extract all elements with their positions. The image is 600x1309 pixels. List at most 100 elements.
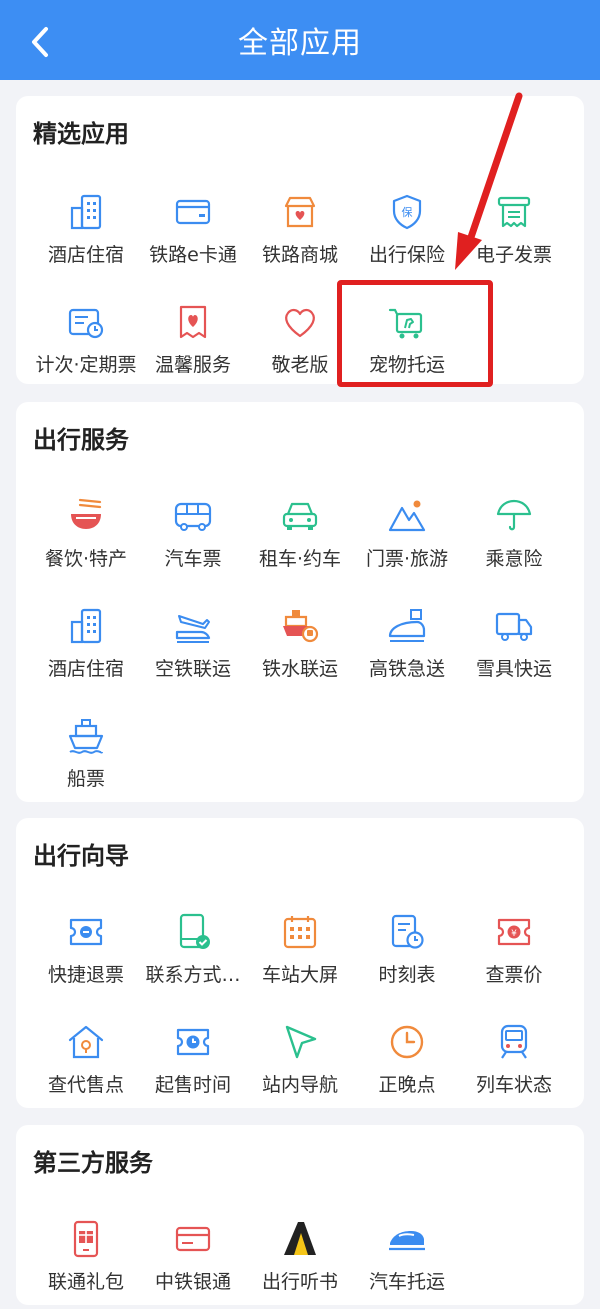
app-car-rental[interactable]: 租车·约车 (240, 496, 360, 586)
app-label: 高铁急送 (368, 658, 445, 680)
navigation-arrow-icon (280, 1022, 320, 1062)
app-label: 雪具快运 (475, 658, 552, 680)
app-label: 计次·定期票 (35, 354, 137, 376)
app-sale-start-time[interactable]: 起售时间 (133, 1022, 253, 1112)
svg-text:¥: ¥ (511, 929, 517, 939)
app-label: 查代售点 (47, 1074, 124, 1096)
top-bar (0, 0, 600, 80)
section-travel-guide: 出行向导 快捷退票 联系方式… 车站大屏 时刻表 ¥ 查票价 查代售点 起售时间… (16, 818, 584, 1108)
app-rail-water[interactable]: 铁水联运 (240, 606, 360, 696)
app-label: 电子发票 (475, 244, 552, 266)
high-speed-train-icon (387, 606, 427, 646)
price-ticket-icon: ¥ (494, 912, 534, 952)
section-title: 出行向导 (33, 842, 129, 870)
app-station-navigation[interactable]: 站内导航 (240, 1022, 360, 1112)
heart-icon (280, 302, 320, 342)
app-label: 出行听书 (261, 1271, 338, 1293)
app-warm-service[interactable]: 温馨服务 (133, 302, 253, 392)
svg-text:保: 保 (402, 205, 413, 219)
app-ski-express[interactable]: 雪具快运 (454, 606, 574, 696)
app-contact-info[interactable]: 联系方式… (133, 912, 253, 1002)
app-label: 列车状态 (475, 1074, 552, 1096)
highlight-box (337, 280, 493, 387)
app-train-punctuality[interactable]: 正晚点 (347, 1022, 467, 1112)
bank-card-icon (173, 1219, 213, 1259)
app-food-specialty[interactable]: 餐饮·特产 (26, 496, 146, 586)
app-label: 正晚点 (378, 1074, 436, 1096)
app-label: 起售时间 (154, 1074, 231, 1096)
ship-icon (66, 716, 106, 756)
car-shipping-icon (387, 1219, 427, 1259)
ship-train-icon (280, 606, 320, 646)
app-ship-ticket[interactable]: 船票 (26, 716, 146, 806)
ticket-clock-icon (173, 1022, 213, 1062)
app-high-speed-express[interactable]: 高铁急送 (347, 606, 467, 696)
plane-train-icon (173, 606, 213, 646)
app-quick-refund[interactable]: 快捷退票 (26, 912, 146, 1002)
app-e-invoice[interactable]: 电子发票 (454, 192, 574, 282)
app-periodic-ticket[interactable]: 计次·定期票 (26, 302, 146, 392)
app-crtc-bank[interactable]: 中铁银通 (133, 1219, 253, 1309)
back-button[interactable] (22, 22, 58, 62)
app-unicom-gift[interactable]: 联通礼包 (26, 1219, 146, 1309)
chevron-left-icon (32, 27, 48, 57)
app-station-screen[interactable]: 车站大屏 (240, 912, 360, 1002)
app-fare-check[interactable]: ¥ 查票价 (454, 912, 574, 1002)
app-timetable[interactable]: 时刻表 (347, 912, 467, 1002)
app-travel-accident-insurance[interactable]: 乘意险 (454, 496, 574, 586)
app-label: 站内导航 (261, 1074, 338, 1096)
shop-icon (280, 192, 320, 232)
app-railway-mall[interactable]: 铁路商城 (240, 192, 360, 282)
app-train-status[interactable]: 列车状态 (454, 1022, 574, 1112)
audiobook-icon (280, 1219, 320, 1259)
app-travel-audiobook[interactable]: 出行听书 (240, 1219, 360, 1309)
app-label: 出行保险 (368, 244, 445, 266)
refund-ticket-icon (66, 912, 106, 952)
invoice-icon (494, 192, 534, 232)
heart-card-icon (173, 302, 213, 342)
section-title: 精选应用 (33, 120, 129, 148)
car-icon (280, 496, 320, 536)
app-label: 餐饮·特产 (44, 548, 128, 570)
app-label: 铁水联运 (261, 658, 338, 680)
calendar-grid-icon (280, 912, 320, 952)
section-travel-services: 出行服务 餐饮·特产 汽车票 租车·约车 门票·旅游 乘意险 酒店住宿 空铁联运… (16, 402, 584, 802)
section-featured-apps: 精选应用 酒店住宿 铁路e卡通 铁路商城 保 出行保险 电子发票 计次·定期票 … (16, 96, 584, 384)
phone-check-icon (173, 912, 213, 952)
clock-icon (387, 1022, 427, 1062)
app-label: 查票价 (485, 964, 543, 986)
app-label: 铁路商城 (261, 244, 338, 266)
app-label: 租车·约车 (258, 548, 342, 570)
train-front-icon (494, 1022, 534, 1062)
app-label: 酒店住宿 (47, 244, 124, 266)
hotel-building-icon (66, 192, 106, 232)
app-bus-ticket[interactable]: 汽车票 (133, 496, 253, 586)
hotel-building-icon (66, 606, 106, 646)
section-title: 出行服务 (33, 426, 129, 454)
app-air-rail[interactable]: 空铁联运 (133, 606, 253, 696)
app-label: 联系方式… (145, 964, 241, 986)
app-label: 空铁联运 (154, 658, 231, 680)
app-label: 乘意险 (485, 548, 543, 570)
section-third-party: 第三方服务 联通礼包 中铁银通 出行听书 汽车托运 (16, 1125, 584, 1305)
app-tickets-tourism[interactable]: 门票·旅游 (347, 496, 467, 586)
app-label: 车站大屏 (261, 964, 338, 986)
section-title: 第三方服务 (33, 1149, 153, 1177)
app-railway-ecard[interactable]: 铁路e卡通 (133, 192, 253, 282)
app-travel-insurance[interactable]: 保 出行保险 (347, 192, 467, 282)
phone-gift-icon (66, 1219, 106, 1259)
app-hotel-2[interactable]: 酒店住宿 (26, 606, 146, 696)
app-label: 中铁银通 (154, 1271, 231, 1293)
card-icon (173, 192, 213, 232)
app-label: 汽车票 (164, 548, 222, 570)
app-label: 酒店住宿 (47, 658, 124, 680)
ticket-clock-icon (66, 302, 106, 342)
app-label: 温馨服务 (154, 354, 231, 376)
house-location-icon (66, 1022, 106, 1062)
truck-icon (494, 606, 534, 646)
app-label: 门票·旅游 (365, 548, 449, 570)
app-label: 铁路e卡通 (149, 244, 237, 266)
app-hotel[interactable]: 酒店住宿 (26, 192, 146, 282)
app-agency-lookup[interactable]: 查代售点 (26, 1022, 146, 1112)
app-car-shipping[interactable]: 汽车托运 (347, 1219, 467, 1309)
